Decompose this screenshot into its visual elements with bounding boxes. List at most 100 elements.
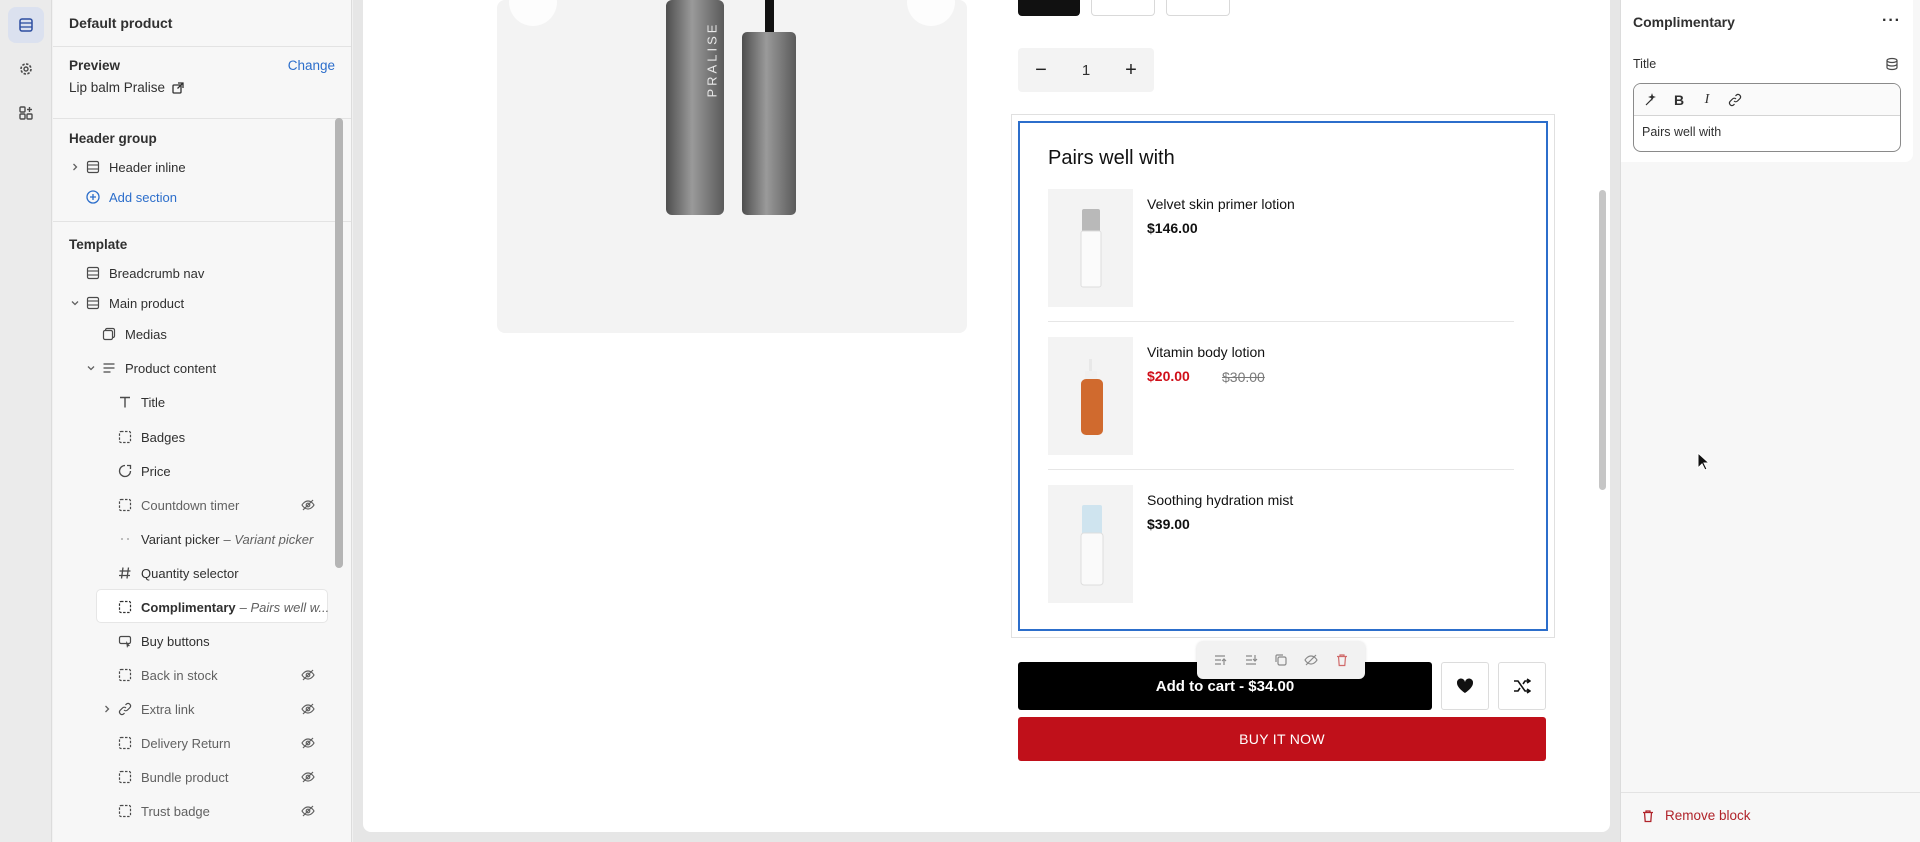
chevron-right-icon[interactable] [69,163,81,171]
hidden-eye-icon[interactable] [301,702,315,716]
chevron-down-icon[interactable] [85,364,97,372]
sidebar-item-quantity-selector[interactable]: Quantity selector [117,559,239,587]
sidebar-item-label: Main product [109,295,185,311]
sidebar-item-countdown-timer[interactable]: Countdown timer [117,491,351,519]
divider [1048,321,1514,322]
move-up-icon[interactable] [1211,651,1229,669]
compare-shuffle-icon[interactable] [1498,662,1546,710]
duplicate-icon[interactable] [1272,651,1290,669]
mouse-cursor-icon [1697,452,1711,471]
hide-eye-icon[interactable] [1302,651,1320,669]
move-down-icon[interactable] [1242,651,1260,669]
block-dashed-icon [117,429,133,445]
product-card[interactable]: Soothing hydration mist $39.00 [1048,485,1514,603]
settings-gear-icon[interactable] [8,51,44,87]
product-thumbnail[interactable] [1048,337,1133,455]
hidden-eye-icon[interactable] [301,498,315,512]
link-icon[interactable] [1726,91,1744,109]
sidebar-item-breadcrumb[interactable]: Breadcrumb nav [85,259,204,287]
sidebar-item-delivery-return[interactable]: Delivery Return [117,729,231,757]
rte-content[interactable]: Pairs well with [1634,116,1900,148]
sidebar-item-main-product[interactable]: Main product [69,289,184,317]
chevron-down-icon[interactable] [69,299,81,307]
wishlist-heart-icon[interactable] [1441,662,1489,710]
variant-swatch[interactable] [1091,0,1155,16]
apps-icon[interactable] [8,95,44,131]
preview-scrollbar[interactable] [1599,190,1606,490]
block-dashed-icon [117,497,133,513]
preview-frame: PRALISE − 1 + Pairs well with Velvet ski… [363,0,1610,832]
sidebar-item-label: Title [141,394,166,410]
bold-icon[interactable]: B [1670,91,1688,109]
product-thumbnail[interactable] [1048,189,1133,307]
panel-title: Complimentary [1633,14,1735,30]
variant-swatch[interactable] [1166,0,1230,16]
product-name[interactable]: Soothing hydration mist [1147,492,1293,508]
delete-trash-icon[interactable] [1333,651,1351,669]
sidebar-item-buy-buttons[interactable]: Buy buttons [117,627,210,655]
add-section-button[interactable]: Add section [85,183,177,211]
plus-icon[interactable]: + [1120,59,1142,81]
sidebar-item-variant-picker[interactable]: Variant picker – Variant picker [117,525,313,553]
sidebar-item-label: Extra link [141,701,195,717]
product-name[interactable]: Vitamin body lotion [1147,344,1265,360]
sidebar-item-badges[interactable]: Badges [117,423,185,451]
sidebar-item-complimentary[interactable]: Complimentary – Pairs well w... [117,593,329,621]
preview-product[interactable]: Lip balm Pralise [69,80,184,95]
complementary-block[interactable]: Pairs well with Velvet skin primer lotio… [1018,121,1548,631]
sidebar-item-header-inline[interactable]: Header inline [69,153,186,181]
complementary-title: Pairs well with [1048,147,1175,169]
button-cursor-icon [117,633,133,649]
sidebar-item-price[interactable]: Price [117,457,171,485]
product-name[interactable]: Velvet skin primer lotion [1147,196,1295,212]
more-options-icon[interactable]: ··· [1882,12,1901,30]
variant-swatch[interactable] [1018,0,1080,16]
sidebar-item-label: Breadcrumb nav [109,265,205,281]
sidebar-item-medias[interactable]: Medias [101,320,167,348]
sidebar-item-label: Medias [125,326,167,342]
divider [1621,792,1920,793]
change-preview-link[interactable]: Change [288,58,335,73]
magic-wand-icon[interactable] [1642,91,1660,109]
hidden-eye-icon[interactable] [301,668,315,682]
sidebar-item-label: Buy buttons [141,633,210,649]
hidden-eye-icon[interactable] [301,736,315,750]
preview-product-name: Lip balm Pralise [69,80,166,95]
sidebar-item-label: Badges [141,429,186,445]
product-gallery: PRALISE [497,0,967,333]
sidebar-item-label: Quantity selector [141,565,239,581]
sections-icon[interactable] [8,7,44,43]
sidebar-item-sublabel: – Variant picker [223,531,314,547]
remove-block-label: Remove block [1665,808,1751,823]
sections-sidebar: Default product Preview Change Lip balm … [53,0,352,842]
block-toolbar [1197,641,1365,679]
block-dashed-icon [117,803,133,819]
product-thumbnail[interactable] [1048,485,1133,603]
sidebar-item-product-content[interactable]: Product content [85,354,216,382]
plus-circle-icon [85,189,101,205]
hidden-eye-icon[interactable] [301,770,315,784]
product-card[interactable]: Velvet skin primer lotion $146.00 [1048,189,1514,307]
minus-icon[interactable]: − [1030,59,1052,81]
sidebar-item-title[interactable]: Title [117,388,165,416]
sidebar-scrollbar[interactable] [335,118,343,568]
hidden-eye-icon[interactable] [301,804,315,818]
sidebar-item-label: Product content [125,360,217,376]
sidebar-item-label: Header inline [109,159,186,175]
product-card[interactable]: Vitamin body lotion $20.00 $30.00 [1048,337,1514,455]
buy-it-now-button[interactable]: BUY IT NOW [1018,717,1546,761]
dynamic-source-icon[interactable] [1885,57,1899,71]
divider [53,46,351,47]
sidebar-item-trust-badge[interactable]: Trust badge [117,797,210,825]
title-rich-text-editor[interactable]: B I Pairs well with [1633,83,1901,152]
hash-icon [117,565,133,581]
product-price: $39.00 [1147,516,1190,532]
chevron-right-icon[interactable] [101,705,113,713]
remove-block-button[interactable]: Remove block [1641,808,1751,823]
sidebar-item-extra-link[interactable]: Extra link [101,695,194,723]
sidebar-item-label: Complimentary [141,599,236,615]
sidebar-item-back-in-stock[interactable]: Back in stock [117,661,218,689]
italic-icon[interactable]: I [1698,91,1716,109]
quantity-value[interactable]: 1 [1082,62,1090,79]
sidebar-item-bundle-product[interactable]: Bundle product [117,763,228,791]
